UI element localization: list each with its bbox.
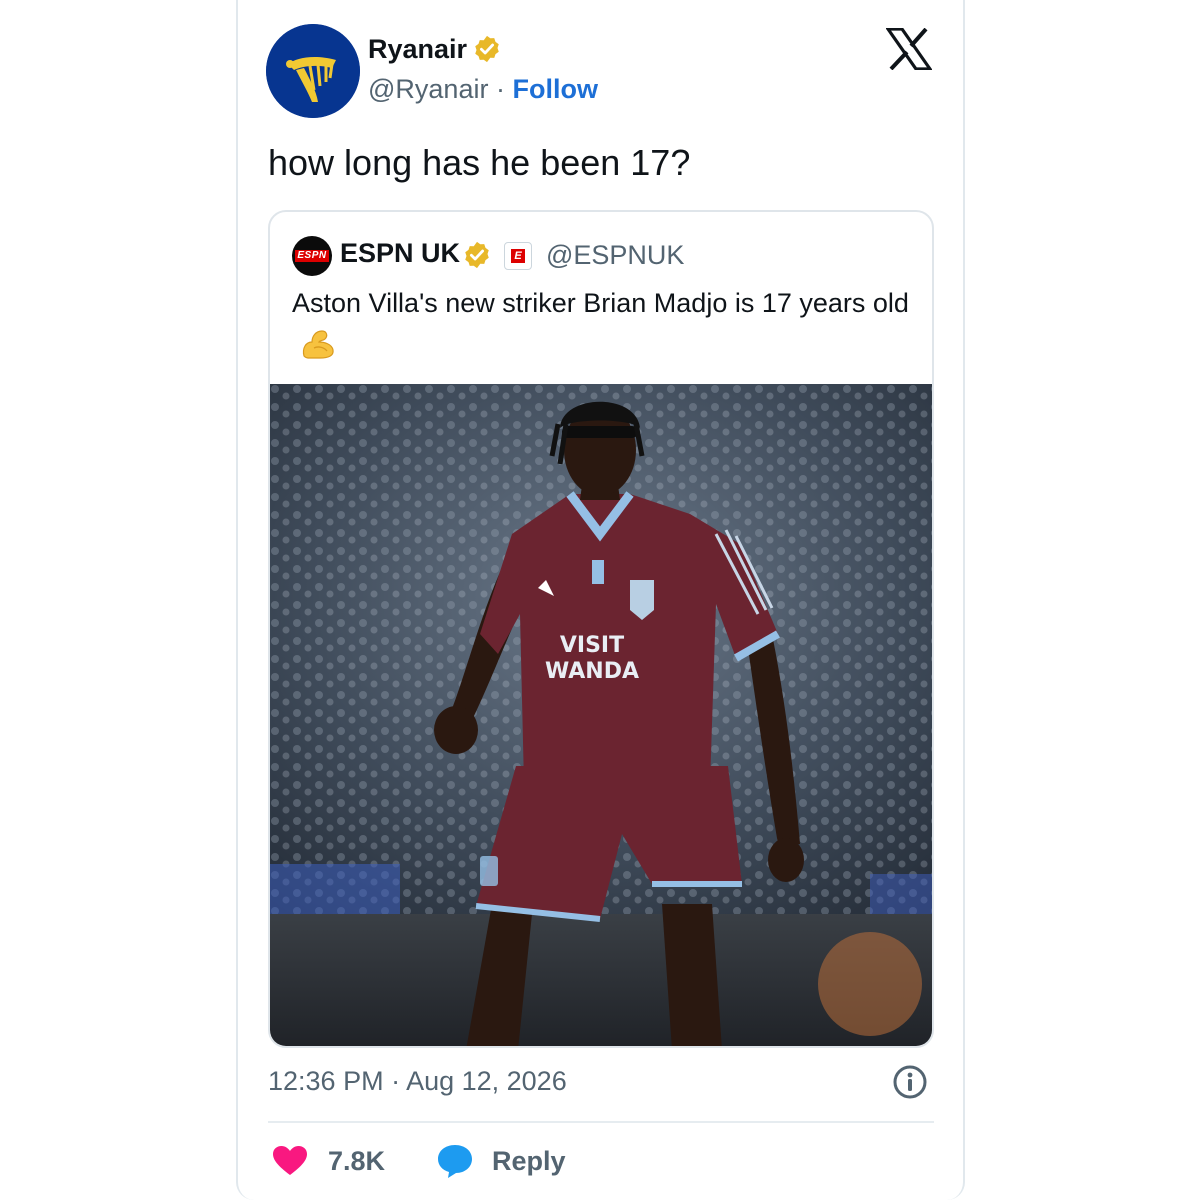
reply-bubble-icon[interactable] <box>436 1143 474 1179</box>
handle-separator: · <box>495 74 505 104</box>
heart-icon[interactable] <box>272 1145 308 1177</box>
shirt-sponsor-line2: WANDA <box>545 659 639 684</box>
author-name[interactable]: Ryanair <box>368 34 467 65</box>
follow-button[interactable]: Follow <box>512 74 597 104</box>
author-handle-row: @Ryanair · Follow <box>368 74 598 105</box>
x-logo-icon[interactable] <box>886 28 932 70</box>
like-count[interactable]: 7.8K <box>328 1146 385 1177</box>
espn-affiliate-badge-icon: E <box>504 242 532 270</box>
author-handle[interactable]: @Ryanair <box>368 74 488 104</box>
espn-logo-wordmark: ESPN <box>295 250 329 262</box>
ryanair-avatar[interactable] <box>266 24 360 118</box>
footballer-photo-illustration: VISIT WANDA <box>270 384 932 1046</box>
reply-button[interactable]: Reply <box>492 1146 566 1177</box>
shirt-sponsor-line1: VISIT <box>560 633 624 658</box>
quoted-tweet-text: Aston Villa's new striker Brian Madjo is… <box>292 284 912 362</box>
quoted-tweet[interactable]: ESPN ESPN UK E @ESPNUK Aston Villa's new… <box>268 210 934 1048</box>
tweet-timestamp[interactable]: 12:36 PM · Aug 12, 2026 <box>268 1066 567 1097</box>
action-divider <box>268 1121 934 1123</box>
quoted-text-body: Aston Villa's new striker Brian Madjo is… <box>292 288 909 318</box>
quoted-verified-badge-icon <box>465 241 489 269</box>
quoted-author-name[interactable]: ESPN UK <box>340 238 460 269</box>
tweet-text: how long has he been 17? <box>268 142 691 183</box>
espn-logo-icon[interactable]: ESPN <box>292 236 332 276</box>
quoted-author-handle[interactable]: @ESPNUK <box>546 240 684 271</box>
info-icon[interactable] <box>892 1064 928 1100</box>
verified-badge-icon <box>475 35 499 63</box>
quoted-tweet-photo[interactable]: VISIT WANDA <box>270 384 932 1046</box>
flexed-biceps-icon <box>302 330 334 359</box>
ryanair-harp-logo <box>266 24 360 118</box>
